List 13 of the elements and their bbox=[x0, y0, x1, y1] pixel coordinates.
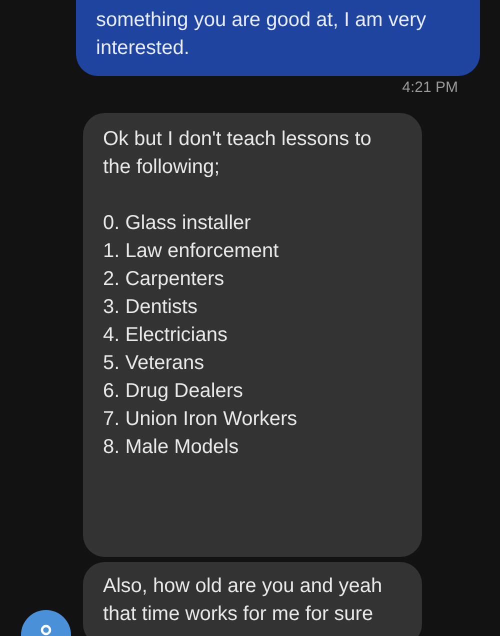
list-item: 3. Dentists bbox=[103, 295, 198, 320]
list-item: 2. Carpenters bbox=[103, 267, 226, 292]
sent-message-bubble: something you are good at, I am very interested. bbox=[76, 0, 480, 76]
list-item: 8. Male Models bbox=[103, 435, 240, 460]
list-item: 1. Law enforcement bbox=[103, 239, 280, 264]
list-item: 6. Drug Dealers bbox=[103, 379, 244, 404]
received-message-bubble: Also, how old are you and yeah that time works for me for sure bbox=[83, 562, 422, 636]
list-item: 0. Glass installer bbox=[103, 211, 252, 236]
list-item: 7. Union Iron Workers bbox=[103, 407, 298, 432]
list-item: 5. Veterans bbox=[103, 351, 206, 376]
list-item: 4. Electricians bbox=[103, 323, 228, 348]
message-text: Ok but I don't teach lessons to the following; bbox=[103, 127, 372, 180]
message-timestamp: 4:21 PM bbox=[402, 78, 458, 98]
